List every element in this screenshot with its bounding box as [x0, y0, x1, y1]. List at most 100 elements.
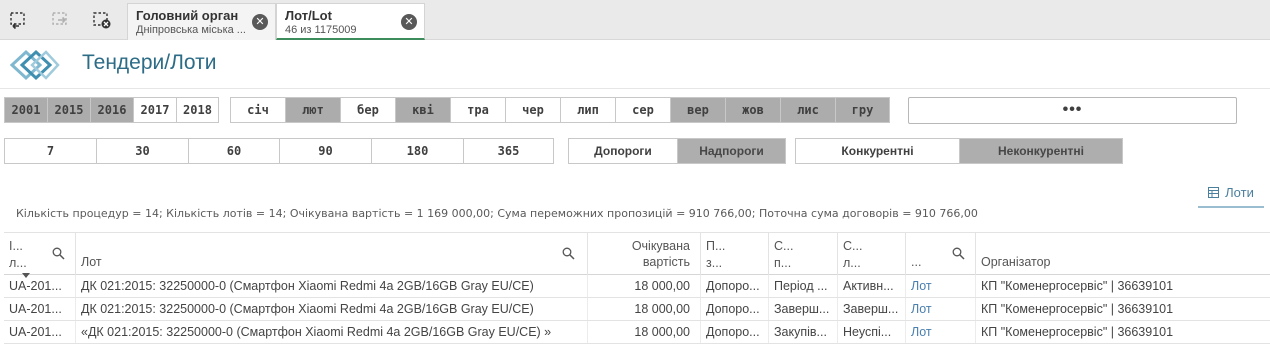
filter-month-jul[interactable]: лип [560, 97, 615, 123]
filter-year-2017[interactable]: 2017 [133, 97, 176, 123]
filter-month-aug[interactable]: сер [615, 97, 670, 123]
prozorro-logo-icon [9, 48, 60, 82]
close-icon[interactable]: ✕ [401, 14, 417, 30]
cell-threshold: Допоро... [701, 275, 769, 297]
search-icon[interactable] [952, 247, 965, 260]
lot-link[interactable]: Лот [906, 298, 976, 320]
cell-organizer: КП "Коменергосервіс" | 36639101 [981, 302, 1174, 316]
cell-procedure-status: Заверш... [769, 298, 838, 320]
cell-lot: ДК 021:2015: 32250000-0 (Смартфон Xiaomi… [76, 275, 588, 297]
filter-competitive[interactable]: Конкурентні [795, 138, 959, 164]
column-label: ... [911, 255, 922, 269]
cell-expected-value: 18 000,00 [588, 298, 701, 320]
clear-selections-icon[interactable] [88, 8, 116, 32]
summary-text: Кількість процедур = 14; Кількість лотів… [16, 207, 978, 220]
smart-search-icon[interactable] [4, 8, 32, 32]
cell-expected-value: 18 000,00 [588, 275, 701, 297]
filter-year-2018[interactable]: 2018 [176, 97, 219, 123]
tab-lot[interactable]: Лот/Lot 46 из 1175009 ✕ [276, 3, 425, 40]
cell-lot-status: Неуспі... [838, 321, 906, 343]
column-label: П... з... [706, 239, 726, 270]
filter-month-mar[interactable]: бер [340, 97, 395, 123]
month-filter: січ лют бер кві тра чер лип сер вер жов … [230, 97, 890, 123]
filter-month-dec[interactable]: гру [835, 97, 890, 123]
header-divider [0, 88, 1270, 89]
lots-tab-label: Лоти [1225, 184, 1254, 200]
filter-days-180[interactable]: 180 [371, 138, 463, 164]
lot-link[interactable]: Лот [906, 321, 976, 343]
tab-title: Лот/Lot [285, 8, 332, 23]
column-label: І... л... [9, 239, 27, 270]
tab-main-organ[interactable]: Головний орган Дніпровська міська ... ✕ [127, 3, 276, 40]
table-icon [1208, 186, 1220, 198]
cell-id: UA-201... [4, 275, 76, 297]
filter-month-jun[interactable]: чер [505, 97, 560, 123]
filter-below-threshold[interactable]: Допороги [568, 138, 677, 164]
column-procedure-status[interactable]: С... п... [769, 233, 838, 275]
competition-filter: Конкурентні Неконкурентні [795, 138, 1123, 164]
filter-days-90[interactable]: 90 [279, 138, 371, 164]
filter-month-feb[interactable]: лют [285, 97, 340, 123]
filter-days-365[interactable]: 365 [463, 138, 554, 164]
threshold-filter: Допороги Надпороги [568, 138, 786, 164]
column-lot[interactable]: Лот [76, 233, 588, 275]
days-filter: 7 30 60 90 180 365 [4, 138, 554, 164]
filter-month-jan[interactable]: січ [230, 97, 285, 123]
filter-year-2016[interactable]: 2016 [90, 97, 133, 123]
filter-year-2001[interactable]: 2001 [4, 97, 47, 123]
cell-lot: ДК 021:2015: 32250000-0 (Смартфон Xiaomi… [76, 298, 588, 320]
search-icon[interactable] [562, 247, 575, 260]
cell-threshold: Допоро... [701, 321, 769, 343]
tab-subtitle: Дніпровська міська ... [136, 24, 246, 36]
column-link[interactable]: ... [906, 233, 976, 275]
lots-table: І... л... Лот Очікувана вартість П... з.… [4, 232, 1270, 344]
lot-link[interactable]: Лот [906, 275, 976, 297]
search-icon[interactable] [52, 247, 65, 260]
tab-title: Головний орган [136, 8, 239, 23]
column-label: С... п... [774, 239, 794, 270]
filter-year-2015[interactable]: 2015 [47, 97, 90, 123]
filter-month-sep[interactable]: вер [670, 97, 725, 123]
filter-month-apr[interactable]: кві [395, 97, 450, 123]
cell-lot-status: Заверш... [838, 298, 906, 320]
cell-threshold: Допоро... [701, 298, 769, 320]
filter-month-nov[interactable]: лис [780, 97, 835, 123]
column-label: Організатор [981, 255, 1051, 269]
column-label: Лот [81, 255, 102, 269]
page-title: Тендери/Лоти [82, 51, 217, 74]
table-header: І... л... Лот Очікувана вартість П... з.… [4, 232, 1270, 278]
cell-organizer: КП "Коменергосервіс" | 36639101 [981, 279, 1174, 293]
cell-expected-value: 18 000,00 [588, 321, 701, 343]
cell-procedure-status: Період ... [769, 275, 838, 297]
filter-month-may[interactable]: тра [450, 97, 505, 123]
step-forward-icon[interactable] [46, 8, 74, 32]
close-icon[interactable]: ✕ [252, 14, 268, 30]
table-row[interactable]: UA-201... «ДК 021:2015: 32250000-0 (Смар… [4, 321, 1270, 344]
cell-id: UA-201... [4, 298, 76, 320]
tab-subtitle: 46 из 1175009 [285, 24, 357, 36]
column-expected-value[interactable]: Очікувана вартість [588, 233, 701, 275]
lots-tab[interactable]: Лоти [1198, 178, 1264, 208]
column-organizer[interactable]: Організатор [976, 233, 1270, 275]
column-label: Очікувана вартість [631, 239, 690, 269]
column-lot-status[interactable]: С... л... [838, 233, 906, 275]
column-label: С... л... [843, 239, 863, 270]
column-threshold[interactable]: П... з... [701, 233, 769, 275]
cell-lot-status: Активн... [838, 275, 906, 297]
filter-days-30[interactable]: 30 [96, 138, 188, 164]
filter-days-60[interactable]: 60 [188, 138, 279, 164]
cell-procedure-status: Закупів... [769, 321, 838, 343]
table-row[interactable]: UA-201... ДК 021:2015: 32250000-0 (Смарт… [4, 275, 1270, 298]
year-filter: 2001 2015 2016 2017 2018 [4, 97, 219, 123]
filter-month-oct[interactable]: жов [725, 97, 780, 123]
filter-noncompetitive[interactable]: Неконкурентні [959, 138, 1123, 164]
cell-lot: «ДК 021:2015: 32250000-0 (Смартфон Xiaom… [76, 321, 588, 343]
cell-organizer: КП "Коменергосервіс" | 36639101 [981, 325, 1174, 339]
table-row[interactable]: UA-201... ДК 021:2015: 32250000-0 (Смарт… [4, 298, 1270, 321]
top-toolbar: Головний орган Дніпровська міська ... ✕ … [0, 0, 1270, 40]
cell-id: UA-201... [4, 321, 76, 343]
more-filters-button[interactable]: ••• [908, 97, 1237, 124]
column-id[interactable]: І... л... [4, 233, 76, 278]
filter-days-7[interactable]: 7 [4, 138, 96, 164]
filter-above-threshold[interactable]: Надпороги [677, 138, 786, 164]
